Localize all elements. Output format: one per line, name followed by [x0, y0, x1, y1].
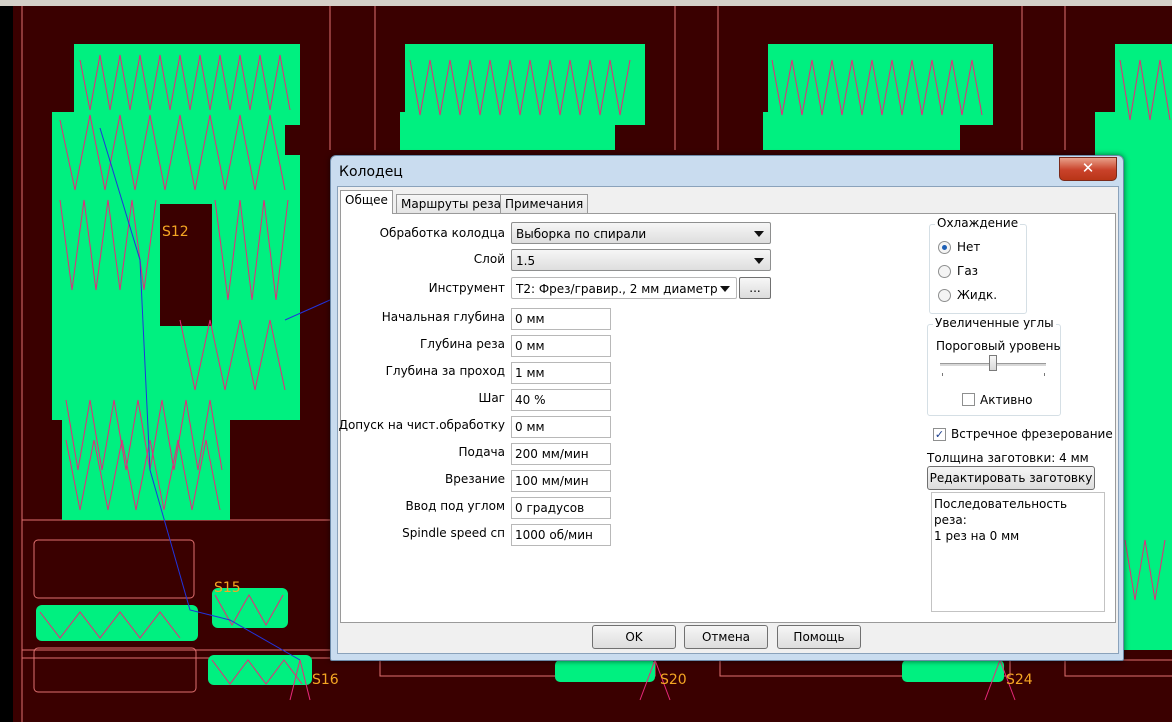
pocket-mode-value: Выборка по спирали — [516, 227, 647, 241]
close-icon: ✕ — [1081, 159, 1095, 177]
cooling-liquid-radio[interactable] — [938, 289, 951, 302]
cooling-gas-radio[interactable] — [938, 265, 951, 278]
corners-group: Увеличенные углы Пороговый уровень Актив… — [927, 316, 1061, 416]
plunge-label: Врезание — [445, 472, 505, 486]
top-toolbar-strip — [0, 0, 1172, 6]
layer-label: Слой — [473, 252, 505, 266]
chevron-down-icon — [754, 258, 764, 264]
cooling-liquid-label: Жидк. — [957, 288, 998, 302]
cooling-none-label: Нет — [957, 240, 981, 254]
ramp-input[interactable]: 0 градусов — [511, 497, 611, 519]
cancel-button[interactable]: Отмена — [684, 625, 768, 649]
chevron-down-icon — [754, 231, 764, 237]
feed-input[interactable]: 200 мм/мин — [511, 443, 611, 465]
label-s24: S24 — [1006, 672, 1033, 688]
threshold-slider-thumb[interactable] — [989, 355, 997, 371]
chevron-down-icon — [720, 286, 730, 292]
step-depth-label: Глубина за проход — [385, 364, 505, 378]
label-s12: S12 — [162, 224, 189, 240]
checkmark-icon: ✓ — [934, 428, 945, 441]
field-labels: Обработка колодца Слой Инструмент Началь… — [338, 214, 506, 614]
stock-thickness-text: Толщина заготовки: 4 мм — [927, 451, 1089, 465]
corners-active-checkbox[interactable] — [962, 393, 975, 406]
climb-milling-checkbox[interactable]: ✓ — [933, 428, 946, 441]
threshold-label: Пороговый уровень — [936, 339, 1061, 353]
edit-stock-button[interactable]: Редактировать заготовку — [927, 466, 1095, 490]
slider-tick — [1044, 373, 1045, 376]
sequence-line-2: 1 рез на 0 мм — [934, 529, 1020, 543]
tab-general[interactable]: Общее — [340, 190, 393, 214]
left-ruler — [0, 6, 13, 722]
pocket-mode-select[interactable]: Выборка по спирали — [511, 222, 771, 244]
cooling-none-radio[interactable] — [938, 241, 951, 254]
stepover-label: Шаг — [478, 391, 506, 405]
sequence-line-1: Последовательность реза: — [934, 497, 1068, 527]
pocket-mode-label: Обработка колодца — [379, 226, 505, 240]
spindle-input[interactable]: 1000 об/мин — [511, 524, 611, 546]
layer-value: 1.5 — [516, 254, 536, 268]
climb-milling-label: Встречное фрезерование — [951, 427, 1113, 441]
label-s16: S16 — [312, 672, 339, 688]
cut-depth-input[interactable]: 0 мм — [511, 335, 611, 357]
cooling-title: Охлаждение — [935, 216, 1021, 230]
stepover-input[interactable]: 40 % — [511, 389, 611, 411]
corners-title: Увеличенные углы — [933, 316, 1056, 330]
feed-label: Подача — [458, 445, 505, 459]
label-s20: S20 — [660, 672, 687, 688]
corners-active-label: Активно — [980, 393, 1033, 407]
dialog-title: Колодец — [339, 164, 403, 180]
tab-notes[interactable]: Примечания — [500, 194, 589, 214]
finish-allowance-input[interactable]: 0 мм — [511, 416, 611, 438]
plunge-input[interactable]: 100 мм/мин — [511, 470, 611, 492]
step-depth-input[interactable]: 1 мм — [511, 362, 611, 384]
spindle-label: Spindle speed сп — [402, 526, 505, 540]
help-button[interactable]: Помощь — [777, 625, 861, 649]
finish-allowance-label: Допуск на чист.обработку — [338, 418, 505, 432]
ok-button[interactable]: OK — [592, 625, 676, 649]
cooling-gas-label: Газ — [957, 264, 979, 278]
slider-tick — [942, 373, 943, 376]
cut-sequence-box: Последовательность реза: 1 рез на 0 мм — [931, 492, 1105, 612]
tool-label: Инструмент — [428, 281, 505, 295]
label-s15: S15 — [214, 580, 241, 596]
tool-value: T2: Фрез/гравир., 2 мм диаметр — [516, 282, 718, 296]
ramp-label: Ввод под углом — [405, 499, 505, 513]
tool-select[interactable]: T2: Фрез/гравир., 2 мм диаметр — [511, 277, 737, 299]
dialog-client-area: Общее Маршруты реза Примечания Обработка… — [337, 186, 1119, 654]
start-depth-label: Начальная глубина — [381, 310, 505, 324]
pocket-dialog: Колодец ✕ Общее Маршруты реза Примечания… — [330, 155, 1124, 661]
general-panel: Обработка колодца Слой Инструмент Началь… — [338, 213, 1116, 623]
start-depth-input[interactable]: 0 мм — [511, 308, 611, 330]
cut-depth-label: Глубина реза — [419, 337, 505, 351]
cooling-group: Охлаждение Нет Газ Жидк. — [929, 216, 1027, 314]
layer-select[interactable]: 1.5 — [511, 249, 771, 271]
tab-cut-paths[interactable]: Маршруты реза — [396, 194, 507, 214]
tool-browse-button[interactable]: ... — [739, 277, 771, 299]
close-button[interactable]: ✕ — [1059, 157, 1117, 181]
